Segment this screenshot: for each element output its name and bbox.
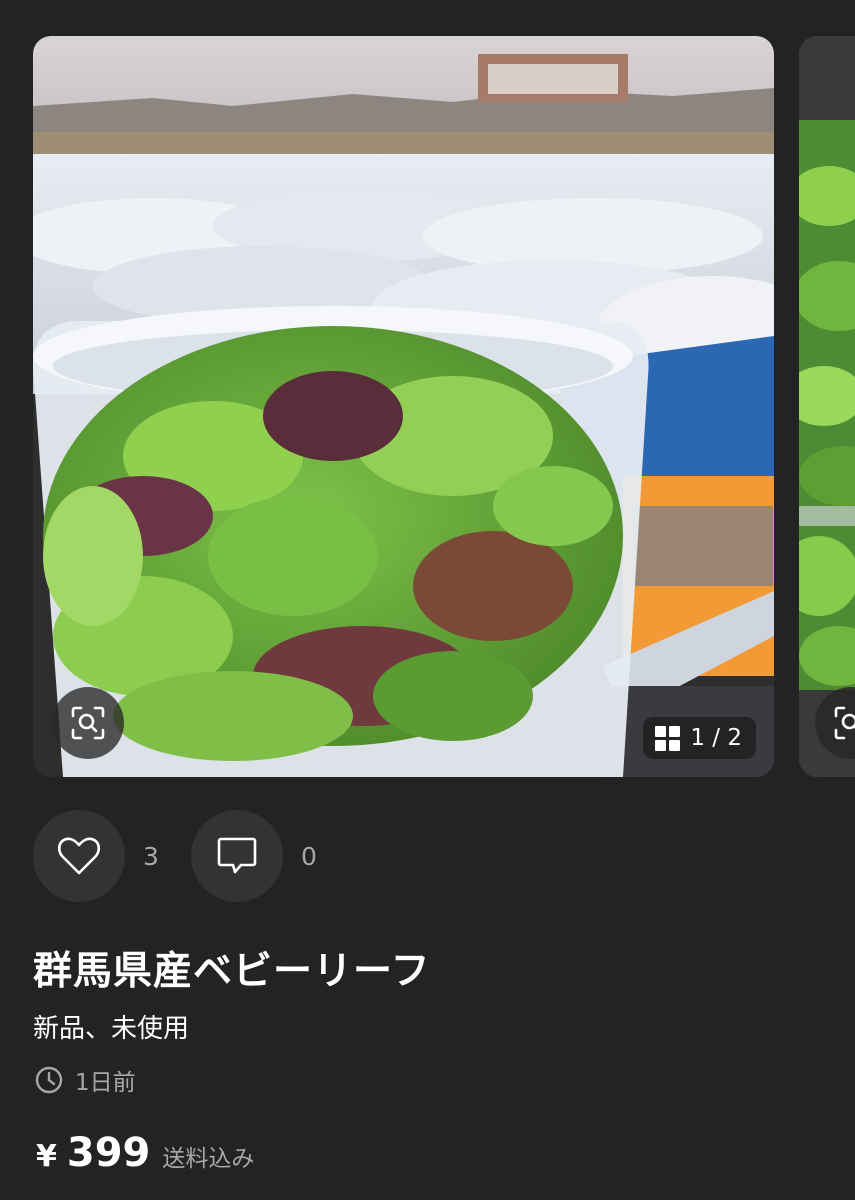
item-photo-1[interactable]: 1 / 2 xyxy=(33,36,774,777)
image-counter: 1 / 2 xyxy=(643,717,756,759)
clock-icon xyxy=(35,1066,63,1094)
zoom-scan-icon xyxy=(71,706,105,740)
posted-time-text: 1日前 xyxy=(75,1070,136,1096)
like-count: 3 xyxy=(143,841,159,871)
like-button[interactable] xyxy=(33,810,125,902)
zoom-button[interactable] xyxy=(52,687,124,759)
item-detail-page: 1 / 2 3 0 群馬県産ベビーリーフ 新品、未使用 1日前 ¥ 399 送料… xyxy=(0,0,855,1200)
comment-icon xyxy=(217,837,257,874)
baby-leaf-photo xyxy=(33,36,774,777)
action-bar: 3 0 xyxy=(33,810,349,902)
comment-button[interactable] xyxy=(191,810,283,902)
grid-icon xyxy=(655,725,681,751)
zoom-scan-icon xyxy=(834,706,855,740)
posted-time: 1日前 xyxy=(35,1063,136,1097)
price-row: ¥ 399 送料込み xyxy=(36,1130,254,1176)
item-price: 399 xyxy=(66,1130,151,1176)
shipping-label: 送料込み xyxy=(162,1146,255,1172)
item-photo-2[interactable] xyxy=(799,36,855,777)
item-title: 群馬県産ベビーリーフ xyxy=(33,949,431,994)
leaf-photo-peek xyxy=(799,36,855,777)
currency-symbol: ¥ xyxy=(36,1139,57,1174)
comment-count: 0 xyxy=(301,841,317,871)
image-counter-text: 1 / 2 xyxy=(690,725,742,751)
image-carousel[interactable]: 1 / 2 xyxy=(0,0,855,790)
heart-icon xyxy=(57,837,101,875)
item-condition: 新品、未使用 xyxy=(33,1014,190,1044)
